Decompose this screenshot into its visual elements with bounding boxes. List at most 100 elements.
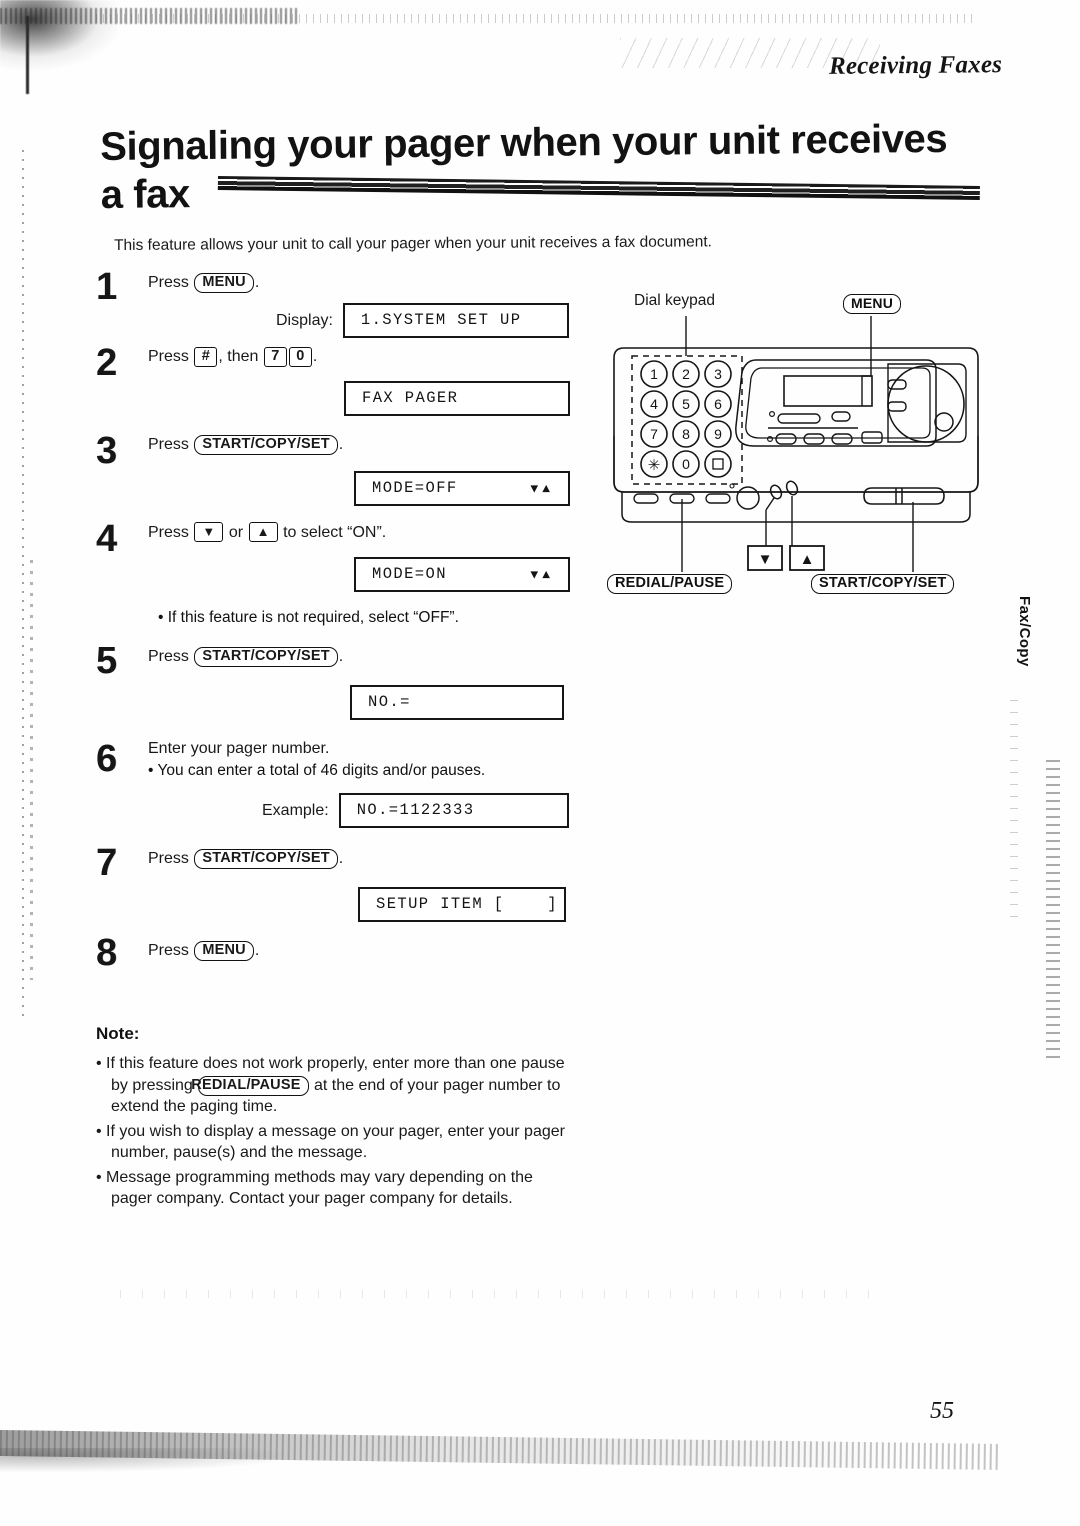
step-4-sub-bullet-text: If this feature is not required, select … — [167, 609, 459, 626]
step-1-text-before: Press — [148, 274, 189, 291]
note-item-text-part1: If you wish to display a message on your… — [106, 1122, 565, 1162]
step-6: 6 Enter your pager number. • You can ent… — [96, 738, 596, 848]
status-led-2 — [767, 436, 774, 443]
menu-key[interactable]: MENU — [194, 273, 254, 293]
lcd-text: 1.SYSTEM SET UP — [360, 311, 522, 329]
step-number: 4 — [96, 518, 118, 560]
step-8-text-before: Press — [148, 942, 189, 959]
note-item: • Message programming methods may vary d… — [96, 1168, 533, 1208]
keypad-label-5: 5 — [682, 396, 690, 412]
step-1-text-after: . — [254, 274, 260, 291]
machine-body-outline — [613, 347, 979, 493]
page-title: Signaling your pager when your unit rece… — [100, 114, 981, 218]
lcd-text: SETUP ITEM [ ] — [376, 895, 558, 913]
callout-redial-pause-wrap: REDIAL/PAUSE — [606, 574, 733, 594]
keypad-label-1: 1 — [650, 366, 658, 382]
lcd-display: MODE=OFF ▼▲ — [354, 471, 570, 506]
lcd-text: MODE=OFF — [372, 479, 458, 497]
hash-key[interactable]: # — [194, 347, 218, 367]
step-2: 2 Press #, then 70. FAX PAGER — [96, 342, 596, 434]
round-lower-button — [736, 486, 760, 510]
step-2-text-mid: , then — [218, 348, 259, 365]
step-instruction: Press START/COPY/SET. — [148, 434, 596, 455]
keypad-label-3: 3 — [714, 366, 722, 382]
panel-button-a — [775, 433, 797, 445]
arrow-up-glyph: ▲ — [800, 551, 815, 568]
arrow-down-glyph: ▼ — [758, 551, 773, 568]
arrow-up-button-machine — [785, 480, 799, 496]
arrow-down-key[interactable]: ▼ — [194, 522, 224, 542]
scan-artifact-corner-smudge — [0, 0, 118, 108]
step-number: 8 — [96, 932, 118, 974]
step-4-text-mid: or — [228, 524, 244, 541]
callout-menu[interactable]: MENU — [843, 294, 902, 314]
page-number: 55 — [930, 1398, 954, 1424]
scan-artifact-bottom-band — [0, 1430, 1000, 1470]
menu-button-upper — [887, 379, 907, 390]
example-label: Example: — [262, 801, 329, 819]
redial-pause-key[interactable]: REDIAL/PAUSE — [191, 1075, 309, 1096]
menu-key[interactable]: MENU — [194, 941, 254, 961]
keypad-label-0: 0 — [682, 456, 690, 472]
scan-artifact-dust-c — [120, 1290, 880, 1298]
step-4-sub-bullet: • If this feature is not required, selec… — [158, 609, 459, 626]
keypad-labels: 1 2 3 4 5 6 7 8 9 ✳ 0 — [648, 366, 722, 474]
start-copy-set-key[interactable]: START/COPY/SET — [194, 849, 338, 869]
step-6-text: Enter your pager number. — [148, 740, 330, 757]
step-2-text-after: . — [312, 348, 318, 365]
digit-0-key[interactable]: 0 — [288, 347, 312, 367]
lower-button-a — [633, 493, 659, 504]
step-number: 3 — [96, 430, 118, 472]
step-8: 8 Press MENU. — [96, 934, 596, 994]
keypad-label-star: ✳ — [648, 457, 661, 474]
lcd-arrow-indicators: ▼▲ — [530, 567, 554, 582]
scan-artifact-bottom-shadow — [0, 1448, 700, 1488]
leader-menu — [861, 316, 872, 406]
callout-start-copy-set[interactable]: START/COPY/SET — [811, 574, 955, 594]
lcd-text: MODE=ON — [372, 565, 447, 583]
menu-button-lower — [887, 401, 907, 412]
status-led — [769, 410, 776, 417]
step-5-text-before: Press — [148, 648, 189, 665]
digit-7-key[interactable]: 7 — [263, 347, 287, 367]
scan-artifact-dust-b — [1010, 700, 1018, 920]
step-instruction: Press #, then 70. — [148, 346, 596, 367]
step-4-text-after: to select “ON”. — [283, 524, 387, 541]
lcd-display: SETUP ITEM [ ] — [358, 887, 566, 922]
scan-artifact-left-line — [22, 150, 24, 1020]
intro-paragraph: This feature allows your unit to call yo… — [114, 232, 713, 254]
callout-menu-wrap: MENU — [842, 294, 902, 314]
step-number: 1 — [96, 266, 118, 308]
keypad-label-2: 2 — [682, 366, 690, 382]
step-3-text-before: Press — [148, 436, 189, 453]
long-bar-button — [777, 413, 821, 424]
fax-machine-diagram: 1 2 3 4 5 6 7 8 9 ✳ 0 ▼ ▲ Dial keypad ME… — [596, 286, 1016, 632]
start-copy-set-button-machine — [863, 487, 945, 505]
lcd-text: FAX PAGER — [362, 389, 459, 407]
lcd-display: 1.SYSTEM SET UP — [342, 303, 569, 338]
step-7: 7 Press START/COPY/SET. SETUP ITEM [ ] — [96, 844, 596, 940]
running-head: Receiving Faxes — [828, 51, 1003, 80]
lcd-text: NO.=1122333 — [356, 801, 475, 819]
callout-dial-keypad: Dial keypad — [634, 292, 715, 309]
start-copy-set-key[interactable]: START/COPY/SET — [194, 647, 338, 667]
note-item: • If you wish to display a message on yo… — [96, 1122, 565, 1162]
step-instruction: Press MENU. — [148, 272, 596, 293]
step-number: 2 — [96, 342, 118, 384]
note-title: Note: — [96, 1024, 140, 1043]
lcd-text: NO.= — [368, 693, 411, 711]
start-copy-set-key[interactable]: START/COPY/SET — [194, 435, 338, 455]
arrow-up-key[interactable]: ▲ — [248, 522, 278, 542]
step-7-text-before: Press — [148, 850, 189, 867]
lcd-arrow-indicators: ▼▲ — [530, 481, 554, 496]
step-instruction: Press START/COPY/SET. — [148, 848, 596, 869]
callout-redial-pause[interactable]: REDIAL/PAUSE — [607, 574, 733, 594]
machine-lcd-screen — [783, 375, 873, 407]
step-3-text-after: . — [338, 436, 344, 453]
step-number: 6 — [96, 738, 118, 780]
page-title-line-2: a fax — [100, 171, 191, 217]
step-4: 4 Press ▼ or ▲ to select “ON”. MODE=ON ▼▲… — [96, 518, 596, 646]
step-instruction: Press MENU. — [148, 940, 596, 961]
keypad-label-7: 7 — [650, 426, 658, 442]
step-instruction: Press START/COPY/SET. — [148, 646, 596, 667]
